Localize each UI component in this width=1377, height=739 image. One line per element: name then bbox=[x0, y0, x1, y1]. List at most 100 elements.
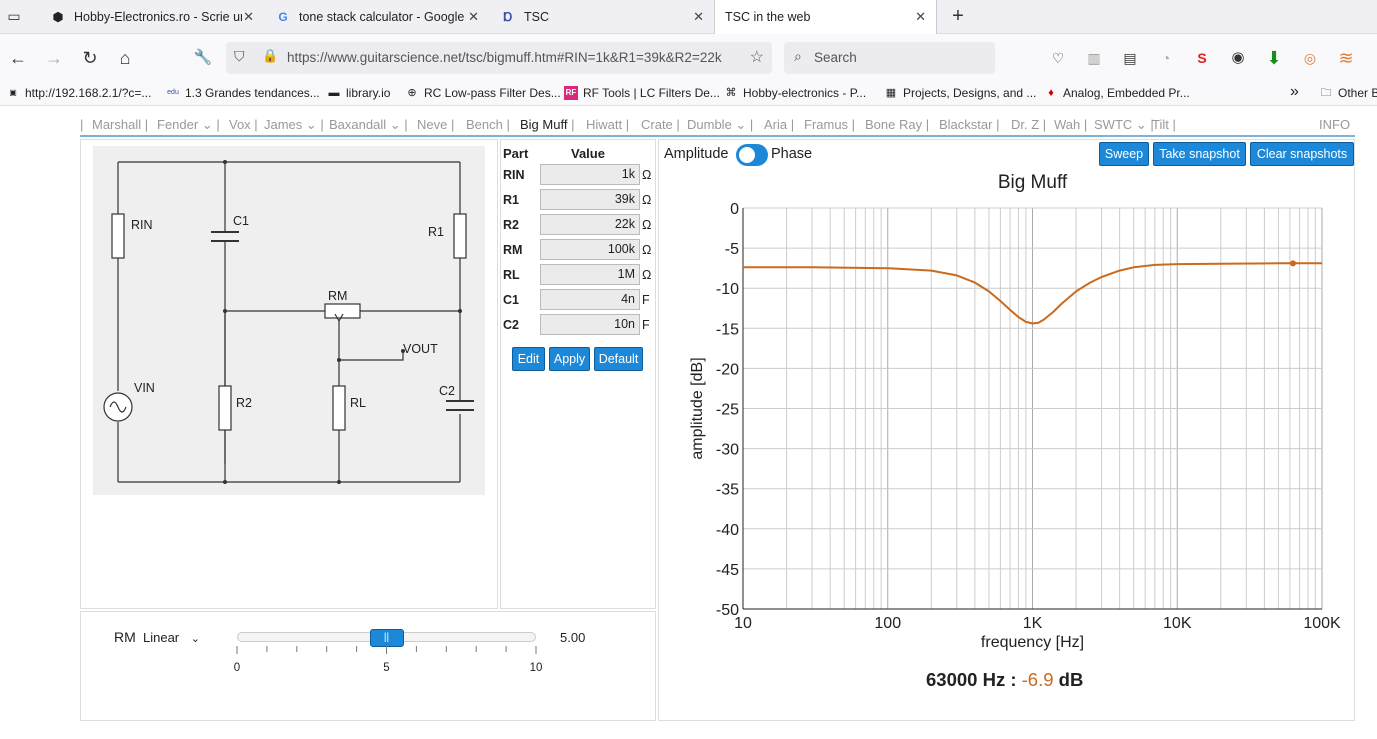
overflow-chevron-icon[interactable]: » bbox=[1290, 83, 1299, 101]
menu-item-james[interactable]: James ⌄ | bbox=[264, 117, 324, 133]
bookmark-item[interactable]: ⊕ RC Low-pass Filter Des... bbox=[405, 86, 560, 100]
shield-icon[interactable]: ⛉ bbox=[234, 48, 245, 65]
bookmark-item[interactable]: ▦ Projects, Designs, and ... bbox=[884, 86, 1037, 100]
apply-button[interactable]: Apply bbox=[549, 347, 590, 371]
part-value-input[interactable]: 10n bbox=[540, 314, 640, 335]
menu-item-hiwatt[interactable]: Hiwatt | bbox=[586, 117, 629, 132]
menu-item-aria[interactable]: Aria | bbox=[764, 117, 794, 132]
taper-select[interactable]: Linear ⌄ bbox=[143, 630, 200, 645]
tab-title: TSC bbox=[524, 9, 549, 24]
download-icon[interactable]: ⬇ bbox=[1262, 46, 1286, 70]
toggle-knob bbox=[739, 147, 755, 163]
part-value-input[interactable]: 39k bbox=[540, 189, 640, 210]
hobby-electronics-favicon: ⬢ bbox=[52, 9, 64, 24]
folder-icon: 🗀 bbox=[1320, 87, 1332, 99]
account-icon[interactable]: ◉ bbox=[1226, 46, 1250, 70]
bookmark-item[interactable]: edu 1.3 Grandes tendances... bbox=[166, 86, 320, 100]
menu-item-crate[interactable]: Crate | bbox=[641, 117, 680, 132]
close-icon[interactable]: ✕ bbox=[693, 9, 704, 25]
part-value-input[interactable]: 1k bbox=[540, 164, 640, 185]
c1-label: C1 bbox=[233, 214, 249, 228]
collections-icon[interactable]: ▥ bbox=[1082, 46, 1106, 70]
menu-item-label: Blackstar bbox=[939, 117, 993, 132]
take-snapshot-button[interactable]: Take snapshot bbox=[1153, 142, 1246, 166]
tab-tsc[interactable]: Ɒ TSC ✕ bbox=[490, 0, 714, 33]
search-input[interactable]: ⌕ Search bbox=[784, 42, 995, 74]
menu-item-vox[interactable]: Vox | bbox=[229, 117, 258, 132]
part-unit: F bbox=[642, 318, 650, 332]
bookmark-star-icon[interactable]: ☆ bbox=[750, 47, 764, 67]
forward-icon[interactable]: → bbox=[42, 46, 66, 70]
wrench-icon[interactable]: 🔧 bbox=[191, 46, 215, 70]
lock-icon[interactable]: 🔒 bbox=[262, 48, 278, 64]
rf-icon: RF bbox=[564, 86, 578, 100]
extension-icon[interactable]: ◔ bbox=[1154, 46, 1178, 70]
new-tab-button[interactable]: + bbox=[946, 4, 970, 28]
close-icon[interactable]: ✕ bbox=[915, 9, 926, 25]
bookmark-item[interactable]: ♦ Analog, Embedded Pr... bbox=[1044, 86, 1190, 100]
reload-icon[interactable]: ↻ bbox=[78, 46, 102, 70]
amplitude-phase-toggle[interactable] bbox=[736, 144, 768, 166]
x-tick-label: 10 bbox=[734, 615, 752, 632]
value-header: Value bbox=[571, 146, 605, 161]
url-text[interactable]: https://www.guitarscience.net/tsc/bigmuf… bbox=[287, 50, 755, 65]
part-value-input[interactable]: 100k bbox=[540, 239, 640, 260]
menu-item-baxandall[interactable]: Baxandall ⌄ | bbox=[329, 117, 408, 133]
menu-separator: | bbox=[1080, 117, 1088, 132]
info-link[interactable]: INFO bbox=[1319, 117, 1350, 132]
menu-item-bench[interactable]: Bench | bbox=[466, 117, 510, 132]
menu-item-marshall[interactable]: Marshall | bbox=[92, 117, 148, 132]
bookmark-item[interactable]: ▣ http://192.168.2.1/?c=... bbox=[6, 86, 151, 100]
sweep-button[interactable]: Sweep bbox=[1099, 142, 1149, 166]
menu-separator: | bbox=[250, 117, 258, 132]
menu-item-wah[interactable]: Wah | bbox=[1054, 117, 1087, 132]
y-tick-label: -45 bbox=[716, 562, 739, 579]
other-bookmarks-folder[interactable]: 🗀 Other B bbox=[1319, 86, 1377, 100]
pocket-icon[interactable]: ♡ bbox=[1046, 46, 1070, 70]
bookmark-label: 1.3 Grandes tendances... bbox=[185, 86, 320, 100]
tab-google[interactable]: G tone stack calculator - Google S ✕ bbox=[265, 0, 489, 33]
menu-separator: | bbox=[567, 117, 575, 132]
menu-item-label: James bbox=[264, 117, 303, 132]
part-value-input[interactable]: 1M bbox=[540, 264, 640, 285]
s-extension-icon[interactable]: S bbox=[1190, 46, 1214, 70]
menu-icon[interactable]: ≋ bbox=[1334, 46, 1358, 70]
fire-extension-icon[interactable]: ◎ bbox=[1298, 46, 1322, 70]
menu-item-framus[interactable]: Framus | bbox=[804, 117, 855, 132]
menu-item-big-muff[interactable]: Big Muff | bbox=[520, 117, 574, 132]
menu-separator: | bbox=[848, 117, 856, 132]
menu-item-dumble[interactable]: Dumble ⌄ | bbox=[687, 117, 753, 133]
menu-item-blackstar[interactable]: Blackstar | bbox=[939, 117, 999, 132]
menu-item-neve[interactable]: Neve | bbox=[417, 117, 454, 132]
menu-separator: | bbox=[922, 117, 930, 132]
part-value-input[interactable]: 22k bbox=[540, 214, 640, 235]
tab-list-icon[interactable]: ▭ bbox=[2, 4, 26, 28]
ti-icon: ♦ bbox=[1048, 87, 1054, 99]
url-bar[interactable]: ⛉ 🔒 https://www.guitarscience.net/tsc/bi… bbox=[226, 42, 772, 74]
rin-resistor bbox=[111, 213, 125, 259]
edit-button[interactable]: Edit bbox=[512, 347, 545, 371]
home-icon[interactable]: ⌂ bbox=[113, 46, 137, 70]
menu-item-dr-z[interactable]: Dr. Z | bbox=[1011, 117, 1046, 132]
menu-item-bone-ray[interactable]: Bone Ray | bbox=[865, 117, 929, 132]
close-icon[interactable]: ✕ bbox=[468, 9, 479, 25]
close-icon[interactable]: ✕ bbox=[243, 9, 254, 25]
default-button[interactable]: Default bbox=[594, 347, 643, 371]
part-value-input[interactable]: 4n bbox=[540, 289, 640, 310]
bookmark-item[interactable]: RF RF Tools | LC Filters De... bbox=[564, 86, 720, 100]
c2-label: C2 bbox=[439, 384, 455, 398]
tab-hobby-electronics[interactable]: ⬢ Hobby-Electronics.ro - Scrie un ✕ bbox=[40, 0, 264, 33]
back-icon[interactable]: ← bbox=[6, 46, 30, 70]
clear-snapshots-button[interactable]: Clear snapshots bbox=[1250, 142, 1354, 166]
menu-item-fender[interactable]: Fender ⌄ | bbox=[157, 117, 220, 133]
tab-tsc-web[interactable]: TSC in the web ✕ bbox=[714, 0, 937, 34]
cursor-marker bbox=[1289, 260, 1296, 267]
tab-title: tone stack calculator - Google S bbox=[299, 9, 467, 24]
bookmark-item[interactable]: ▬ library.io bbox=[327, 86, 391, 100]
menu-item-tilt[interactable]: Tilt | bbox=[1152, 117, 1176, 132]
reader-icon[interactable]: ▤ bbox=[1118, 46, 1142, 70]
part-name: RIN bbox=[503, 168, 525, 182]
bookmark-item[interactable]: ⌘ Hobby-electronics - P... bbox=[724, 86, 867, 100]
menu-item-swtc[interactable]: SWTC ⌄ | bbox=[1094, 117, 1154, 133]
menu-item-label: Fender bbox=[157, 117, 199, 132]
